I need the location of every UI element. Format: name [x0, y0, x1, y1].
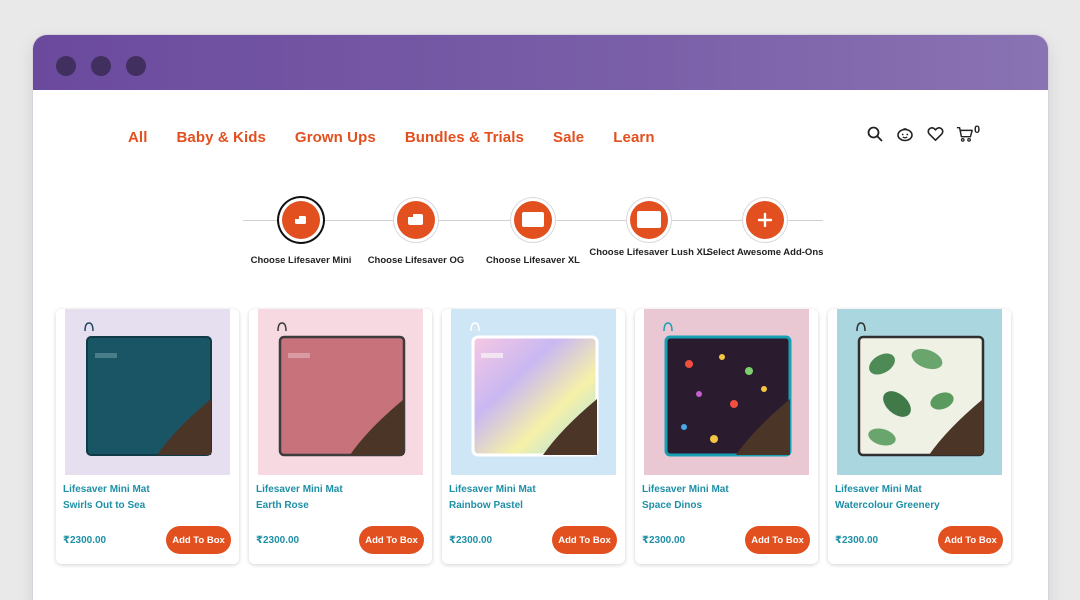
product-variant[interactable]: Swirls Out to Sea	[63, 500, 145, 511]
step-label: Choose Lifesaver OG	[367, 255, 465, 266]
step-label: Select Awesome Add-Ons	[706, 247, 824, 258]
product-price: ₹2300.00	[449, 535, 493, 546]
product-card[interactable]: Lifesaver Mini Mat Watercolour Greenery …	[828, 309, 1011, 564]
product-title[interactable]: Lifesaver Mini Mat	[63, 484, 150, 495]
browser-window: All Baby & Kids Grown Ups Bundles & Tria…	[33, 35, 1048, 600]
product-variant[interactable]: Earth Rose	[256, 500, 309, 511]
product-variant[interactable]: Space Dinos	[642, 500, 702, 511]
product-title[interactable]: Lifesaver Mini Mat	[835, 484, 922, 495]
plus-icon	[746, 201, 784, 239]
product-grid: Lifesaver Mini Mat Swirls Out to Sea ₹23…	[56, 309, 1011, 564]
window-maximize-dot[interactable]	[126, 56, 146, 76]
add-to-box-button[interactable]: Add To Box	[359, 526, 424, 554]
step-select-awesome-add-ons[interactable]: Select Awesome Add-Ons	[705, 201, 825, 260]
step-label: Choose Lifesaver Lush XL	[589, 247, 709, 258]
product-price: ₹2300.00	[835, 535, 879, 546]
cart-count-badge: 0	[974, 124, 981, 136]
mat-og-icon	[397, 201, 435, 239]
search-icon[interactable]	[866, 125, 884, 143]
window-close-dot[interactable]	[56, 56, 76, 76]
add-to-box-button[interactable]: Add To Box	[552, 526, 617, 554]
product-price: ₹2300.00	[63, 535, 107, 546]
heart-icon[interactable]	[926, 125, 944, 143]
product-price: ₹2300.00	[256, 535, 300, 546]
product-card[interactable]: Lifesaver Mini Mat Earth Rose ₹2300.00 A…	[249, 309, 432, 564]
product-variant[interactable]: Watercolour Greenery	[835, 500, 940, 511]
nav-item-bundles-trials[interactable]: Bundles & Trials	[405, 129, 524, 146]
nav-item-learn[interactable]: Learn	[613, 129, 654, 146]
nav-item-sale[interactable]: Sale	[553, 129, 584, 146]
window-minimize-dot[interactable]	[91, 56, 111, 76]
step-label: Choose Lifesaver Mini	[250, 255, 352, 266]
step-choose-lifesaver-og[interactable]: Choose Lifesaver OG	[356, 201, 476, 268]
product-image-swirls-out-to-sea[interactable]	[65, 309, 230, 475]
step-choose-lifesaver-lush-xl[interactable]: Choose Lifesaver Lush XL	[589, 201, 709, 260]
product-price: ₹2300.00	[642, 535, 686, 546]
nav-item-baby-kids[interactable]: Baby & Kids	[176, 129, 265, 146]
product-title[interactable]: Lifesaver Mini Mat	[449, 484, 536, 495]
product-card[interactable]: Lifesaver Mini Mat Swirls Out to Sea ₹23…	[56, 309, 239, 564]
step-choose-lifesaver-xl[interactable]: Choose Lifesaver XL	[473, 201, 593, 268]
mat-mini-icon	[282, 201, 320, 239]
product-variant[interactable]: Rainbow Pastel	[449, 500, 523, 511]
nav-item-grown-ups[interactable]: Grown Ups	[295, 129, 376, 146]
mat-lush-xl-icon	[630, 201, 668, 239]
product-image-watercolour-greenery[interactable]	[837, 309, 1002, 475]
product-card[interactable]: Lifesaver Mini Mat Rainbow Pastel ₹2300.…	[442, 309, 625, 564]
cart-icon[interactable]	[956, 125, 974, 143]
product-image-space-dinos[interactable]	[644, 309, 809, 475]
step-choose-lifesaver-mini[interactable]: Choose Lifesaver Mini	[241, 201, 361, 268]
product-title[interactable]: Lifesaver Mini Mat	[642, 484, 729, 495]
header-icons: 0	[866, 124, 981, 143]
face-icon[interactable]	[896, 125, 914, 143]
mat-xl-icon	[514, 201, 552, 239]
main-nav: All Baby & Kids Grown Ups Bundles & Tria…	[128, 129, 655, 146]
product-image-earth-rose[interactable]	[258, 309, 423, 475]
add-to-box-button[interactable]: Add To Box	[166, 526, 231, 554]
product-title[interactable]: Lifesaver Mini Mat	[256, 484, 343, 495]
add-to-box-button[interactable]: Add To Box	[938, 526, 1003, 554]
step-label: Choose Lifesaver XL	[486, 255, 580, 266]
nav-item-all[interactable]: All	[128, 129, 147, 146]
product-image-rainbow-pastel[interactable]	[451, 309, 616, 475]
window-titlebar	[33, 35, 1048, 90]
add-to-box-button[interactable]: Add To Box	[745, 526, 810, 554]
product-card[interactable]: Lifesaver Mini Mat Space Dinos ₹2300.00 …	[635, 309, 818, 564]
